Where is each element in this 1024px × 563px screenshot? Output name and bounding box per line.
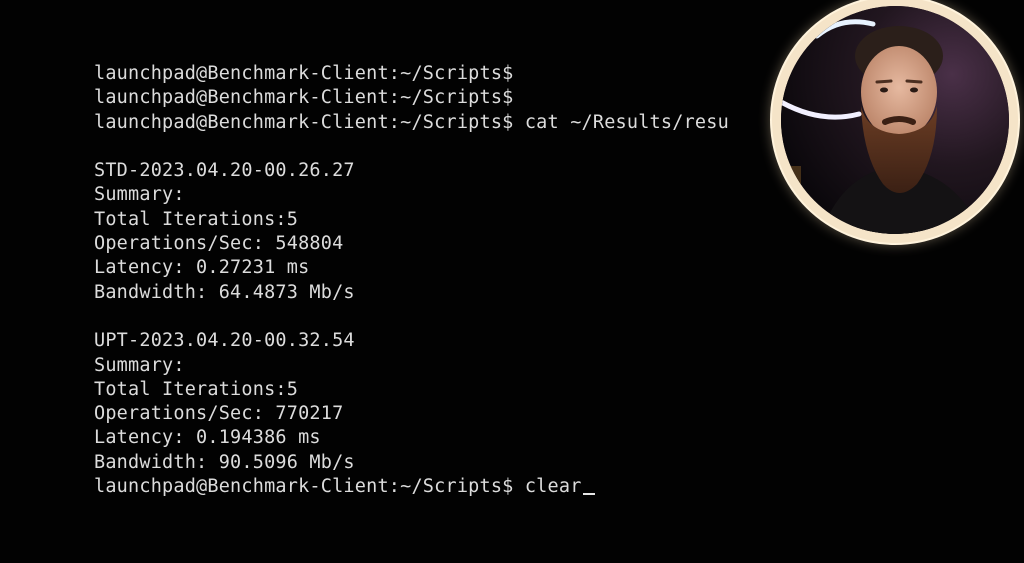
terminal-line: Latency: 0.27231 ms [94, 257, 310, 279]
terminal-line: Bandwidth: 90.5096 Mb/s [94, 451, 355, 473]
webcam-feed [781, 6, 1009, 234]
terminal-line: launchpad@Benchmark-Client:~/Scripts$ [94, 87, 514, 109]
eyebrow [905, 79, 923, 84]
text-cursor [582, 493, 595, 496]
eyebrow [875, 79, 893, 84]
terminal-line: Summary: [94, 354, 185, 376]
terminal-line: launchpad@Benchmark-Client:~/Scripts$ ca… [94, 111, 729, 133]
terminal-line: Latency: 0.194386 ms [94, 427, 321, 449]
eye [880, 87, 888, 93]
webcam-overlay [772, 0, 1018, 243]
moustache [882, 116, 916, 125]
presenter-face [861, 46, 937, 138]
presenter-portrait [781, 6, 1009, 234]
eye [910, 87, 918, 93]
terminal-line: Total Iterations:5 [94, 208, 299, 230]
terminal-line: STD-2023.04.20-00.26.27 [94, 160, 355, 182]
terminal-line: Operations/Sec: 548804 [94, 233, 344, 255]
terminal-line: Summary: [94, 184, 185, 206]
terminal-line: Total Iterations:5 [94, 378, 299, 400]
terminal-output: launchpad@Benchmark-Client:~/Scripts$ la… [94, 62, 729, 499]
prompt-text[interactable]: launchpad@Benchmark-Client:~/Scripts$ cl… [94, 476, 582, 497]
terminal-line: Operations/Sec: 770217 [94, 403, 344, 425]
terminal-line: UPT-2023.04.20-00.32.54 [94, 330, 355, 352]
terminal-line: Bandwidth: 64.4873 Mb/s [94, 281, 355, 303]
command-prompt[interactable]: launchpad@Benchmark-Client:~/Scripts$ cl… [94, 475, 729, 499]
terminal-line: launchpad@Benchmark-Client:~/Scripts$ [94, 63, 514, 84]
